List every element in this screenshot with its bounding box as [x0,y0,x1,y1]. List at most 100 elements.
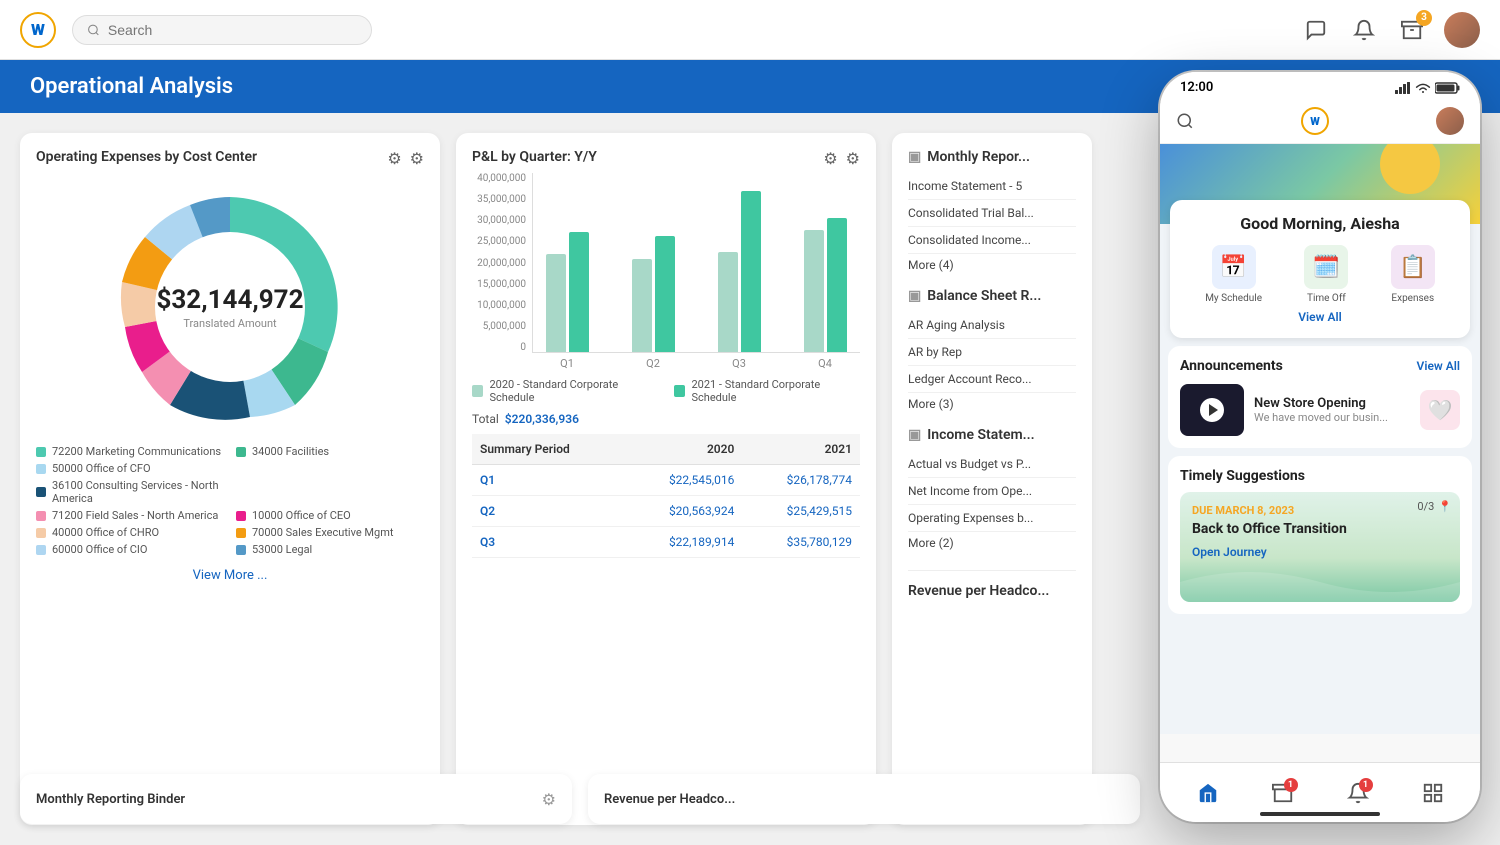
play-button[interactable] [1200,398,1224,422]
view-all-announcements[interactable]: View All [1417,359,1460,373]
x-label-q2: Q2 [618,357,688,370]
announcement-text: New Store Opening We have moved our busi… [1254,396,1410,424]
legend-2020: 2020 - Standard Corporate Schedule [472,378,658,404]
quick-actions: 📅 My Schedule 🗓️ Time Off 📋 Expenses [1184,245,1456,304]
status-icons [1395,82,1460,94]
legend-item: 36100 Consulting Services - North Americ… [36,479,224,505]
bottom-row: Monthly Reporting Binder ⚙ Revenue per H… [20,774,1140,824]
greeting-card: Good Morning, Aiesha 📅 My Schedule 🗓️ Ti… [1170,200,1470,338]
bar-2020-q1[interactable] [546,254,566,352]
x-label-q1: Q1 [532,357,602,370]
nav-grid[interactable] [1422,782,1444,804]
report-item[interactable]: Actual vs Budget vs P... [908,451,1076,478]
quick-action-timeoff[interactable]: 🗓️ Time Off [1304,245,1348,304]
quick-action-schedule[interactable]: 📅 My Schedule [1205,245,1262,304]
inbox-icon-btn[interactable]: 3 [1396,14,1428,46]
timely-title: Timely Suggestions [1180,468,1460,484]
filter-icon[interactable]: ⚙ [823,149,837,168]
report-item[interactable]: Consolidated Income... [908,227,1076,254]
more-link[interactable]: More (2) [908,532,1076,554]
mobile-status-bar: 12:00 [1160,72,1480,99]
donut-chart: $32,144,972 Translated Amount [36,177,424,437]
legend-item: 34000 Facilities [236,445,424,458]
legend-item: 60000 Office of CIO [36,543,224,556]
inbox-nav-badge: 1 [1284,778,1298,792]
announcement-title: New Store Opening [1254,396,1410,411]
bottom-card-monthly: Monthly Reporting Binder ⚙ [20,774,572,824]
quick-action-expenses[interactable]: 📋 Expenses [1391,245,1435,304]
donut-label: Translated Amount [156,317,303,330]
legend-color [36,447,46,457]
home-indicator [1260,812,1380,816]
bar-2021-q3[interactable] [741,191,761,352]
view-more-link[interactable]: View More ... [36,568,424,583]
legend-color [236,464,246,474]
bar-2020-q3[interactable] [718,252,738,352]
nav-right: 3 [1300,12,1480,48]
more-link[interactable]: More (4) [908,254,1076,276]
revenue-section-title: Revenue per Headco... [908,570,1076,599]
filter-icon[interactable]: ⚙ [387,149,401,168]
bell-icon-btn[interactable] [1348,14,1380,46]
value-2021-q3: $35,780,129 [742,527,860,558]
chart-legend: 2020 - Standard Corporate Schedule 2021 … [472,378,860,404]
view-all-link[interactable]: View All [1184,304,1456,324]
legend-label: 34000 Facilities [252,445,329,458]
report-item[interactable]: AR by Rep [908,339,1076,366]
period-q2[interactable]: Q2 [472,496,625,527]
legend-label: 53000 Legal [252,543,312,556]
monthly-section: ▣ Monthly Repor... Income Statement - 5 … [908,149,1076,276]
more-link[interactable]: More (3) [908,393,1076,415]
settings-icon[interactable]: ⚙ [846,149,860,168]
signal-icon [1395,82,1411,94]
bar-2020-q4[interactable] [804,230,824,352]
timely-counter: 0/3 📍 [1417,500,1452,513]
greeting-text: Good Morning, Aiesha [1184,214,1456,233]
report-item[interactable]: Ledger Account Reco... [908,366,1076,393]
report-item[interactable]: AR Aging Analysis [908,312,1076,339]
workday-logo[interactable]: W [20,12,56,48]
bar-group-q1 [533,173,603,352]
bar-2021-q2[interactable] [655,236,675,352]
legend-item [236,462,424,475]
x-labels: Q1 Q2 Q3 Q4 [472,357,860,370]
report-item[interactable]: Net Income from Ope... [908,478,1076,505]
bar-2021-q1[interactable] [569,232,589,352]
bottom-card-settings-icon[interactable]: ⚙ [542,790,556,809]
nav-inbox[interactable]: 1 [1272,782,1294,804]
report-icon: ▣ [908,288,921,304]
mobile-search-icon[interactable] [1176,112,1194,130]
settings-icon[interactable]: ⚙ [410,149,424,168]
expenses-icon: 📋 [1391,245,1435,289]
bar-2021-q4[interactable] [827,218,847,352]
report-item[interactable]: Operating Expenses b... [908,505,1076,532]
timely-task-title: Back to Office Transition [1192,521,1448,537]
expenses-label: Expenses [1391,293,1434,304]
opex-card-title: Operating Expenses by Cost Center [36,149,424,165]
page-title: Operational Analysis [30,74,233,99]
legend-label: 60000 Office of CIO [52,543,147,556]
search-input[interactable] [108,22,357,38]
announcement-description: We have moved our busin... [1254,411,1410,424]
report-item[interactable]: Consolidated Trial Bal... [908,200,1076,227]
bar-2020-q2[interactable] [632,259,652,352]
report-item[interactable]: Income Statement - 5 [908,173,1076,200]
pnl-card-title: P&L by Quarter: Y/Y [472,149,860,165]
opex-card-icons: ⚙ ⚙ [387,149,424,168]
period-q1[interactable]: Q1 [472,465,625,496]
chat-icon-btn[interactable] [1300,14,1332,46]
nav-bell[interactable]: 1 [1347,782,1369,804]
wave-decoration [1180,562,1460,602]
mobile-user-avatar[interactable] [1436,107,1464,135]
value-2020-q2: $20,563,924 [625,496,743,527]
user-avatar[interactable] [1444,12,1480,48]
nav-home[interactable] [1197,782,1219,804]
search-bar[interactable] [72,15,372,45]
home-icon [1197,782,1219,804]
legend-color [236,511,246,521]
summary-table: Summary Period 2020 2021 Q1 $22,545,016 … [472,434,860,558]
timely-open-link[interactable]: Open Journey [1192,545,1448,559]
legend-label: 72200 Marketing Communications [52,445,221,458]
period-q3[interactable]: Q3 [472,527,625,558]
col-header-2020: 2020 [625,434,743,465]
